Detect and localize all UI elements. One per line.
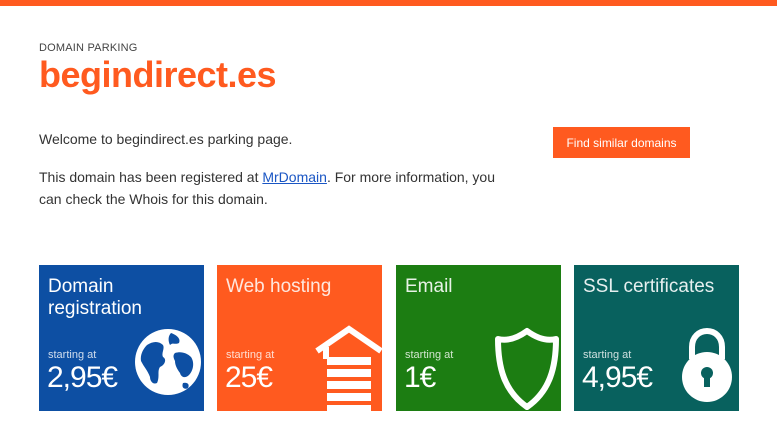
find-similar-domains-button[interactable]: Find similar domains: [553, 127, 690, 158]
domain-registration-tile[interactable]: Domain registration starting at 2,95€: [39, 265, 204, 411]
globe-icon: [135, 329, 201, 395]
padlock-icon: [682, 327, 732, 402]
tile-price: 1€: [404, 361, 436, 394]
tile-starting-label: starting at: [226, 349, 275, 361]
tile-title: Domain registration: [48, 276, 142, 319]
tile-price: 2,95€: [47, 361, 118, 394]
house-icon: [315, 325, 382, 411]
top-accent-bar: [0, 0, 777, 6]
shield-icon: [495, 328, 559, 410]
ssl-certificates-tile[interactable]: SSL certificates starting at 4,95€: [574, 265, 739, 411]
info-text-before: This domain has been registered at: [39, 169, 263, 185]
page-eyebrow: DOMAIN PARKING: [39, 42, 138, 54]
page-title: begindirect.es: [39, 54, 277, 95]
welcome-text: Welcome to begindirect.es parking page.: [39, 131, 293, 147]
tile-title: Email: [405, 276, 453, 297]
tile-title: Web hosting: [226, 276, 332, 297]
email-tile[interactable]: Email starting at 1€: [396, 265, 561, 411]
web-hosting-tile[interactable]: Web hosting starting at 25€: [217, 265, 382, 411]
tile-starting-label: starting at: [583, 349, 632, 361]
registration-info: This domain has been registered at MrDom…: [39, 166, 499, 210]
tile-starting-label: starting at: [48, 349, 97, 361]
tile-price: 25€: [225, 361, 273, 394]
tile-title: SSL certificates: [583, 276, 715, 297]
tile-starting-label: starting at: [405, 349, 454, 361]
registrar-link[interactable]: MrDomain: [262, 169, 327, 185]
tile-price: 4,95€: [582, 361, 653, 394]
